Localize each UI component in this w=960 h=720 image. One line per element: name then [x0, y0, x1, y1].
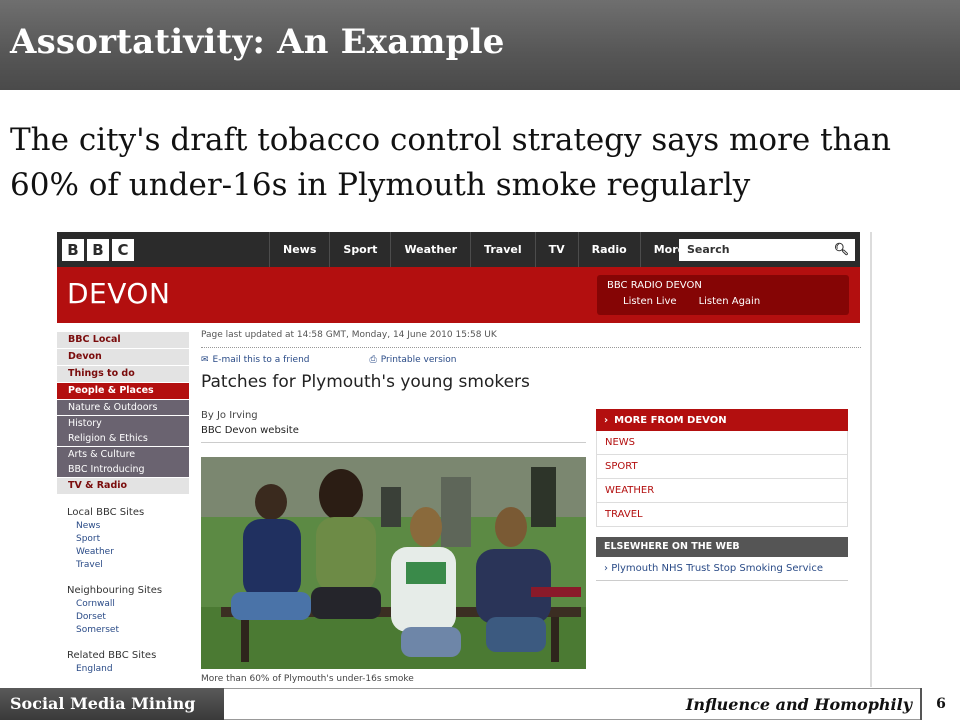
more-from-link[interactable]: NEWS — [596, 431, 848, 455]
article-author: By Jo Irving — [201, 410, 258, 421]
left-nav-subitem[interactable]: History — [57, 415, 189, 431]
nav-tv[interactable]: TV — [534, 232, 578, 267]
left-nav-subitem[interactable]: Arts & Culture — [57, 446, 189, 462]
nav-sport[interactable]: Sport — [329, 232, 390, 267]
left-nav-item-active[interactable]: People & Places — [57, 383, 189, 399]
elsewhere-link-label: Plymouth NHS Trust Stop Smoking Service — [611, 563, 823, 574]
left-nav-section: Neighbouring Sites Cornwall Dorset Somer… — [57, 584, 189, 637]
radio-title[interactable]: BBC RADIO DEVON — [607, 280, 702, 291]
slide-subtitle: The city's draft tobacco control strateg… — [10, 122, 891, 203]
email-icon: ✉ — [201, 355, 209, 365]
email-link-label: E-mail this to a friend — [212, 355, 310, 365]
section-title: Related BBC Sites — [67, 649, 157, 661]
left-nav-item[interactable]: Devon — [57, 349, 189, 365]
left-nav-subitem[interactable]: BBC Introducing — [57, 462, 189, 478]
photo-caption: More than 60% of Plymouth's under-16s sm… — [201, 674, 414, 684]
search-icon[interactable]: 🔍︎ — [834, 242, 849, 256]
listen-live-link[interactable]: Listen Live — [623, 296, 677, 307]
left-nav-item[interactable]: BBC Local — [57, 332, 189, 348]
divider — [201, 347, 861, 348]
section-link[interactable]: Weather — [67, 546, 189, 559]
bbc-logo-letter: B — [87, 239, 109, 261]
section-title: Local BBC Sites — [67, 506, 145, 518]
footer-course-title: Social Media Mining — [0, 688, 224, 720]
nav-travel[interactable]: Travel — [470, 232, 535, 267]
nav-weather[interactable]: Weather — [390, 232, 470, 267]
left-nav-section: Local BBC Sites News Sport Weather Trave… — [57, 506, 189, 572]
section-link[interactable]: England — [67, 663, 189, 676]
printer-icon: ⎙ — [369, 355, 377, 365]
chevron-right-icon: › — [604, 563, 608, 574]
bbc-webpage-screenshot: B B C News Sport Weather Travel TV Radio… — [57, 232, 872, 687]
last-updated: Page last updated at 14:58 GMT, Monday, … — [201, 330, 497, 340]
left-nav-subitem[interactable]: Nature & Outdoors — [57, 400, 189, 415]
more-from-title: MORE FROM DEVON — [614, 414, 727, 426]
bbc-logo-letter: C — [112, 239, 134, 261]
more-from-devon-box: › MORE FROM DEVON NEWS SPORT WEATHER TRA… — [596, 409, 848, 581]
nav-news[interactable]: News — [269, 232, 329, 267]
section-link[interactable]: Cornwall — [67, 598, 189, 611]
more-from-header[interactable]: › MORE FROM DEVON — [596, 409, 848, 431]
chevron-right-icon: › — [604, 414, 609, 426]
more-from-link[interactable]: SPORT — [596, 455, 848, 479]
section-link[interactable]: Dorset — [67, 611, 189, 624]
left-nav-subitem[interactable]: Religion & Ethics — [57, 431, 189, 447]
listen-again-link[interactable]: Listen Again — [699, 296, 761, 307]
bbc-nav: News Sport Weather Travel TV Radio More.… — [269, 232, 711, 267]
radio-links: Listen Live Listen Again — [623, 296, 760, 307]
print-link-label: Printable version — [380, 355, 457, 365]
left-nav-item[interactable]: Things to do — [57, 366, 189, 382]
elsewhere-link[interactable]: › Plymouth NHS Trust Stop Smoking Servic… — [596, 557, 848, 581]
left-nav: BBC Local Devon Things to do People & Pl… — [57, 332, 189, 676]
slide-footer: Social Media Mining Influence and Homoph… — [0, 688, 960, 720]
left-nav-section: Related BBC Sites England — [57, 649, 189, 676]
slide-title: Assortativity: An Example — [10, 22, 505, 62]
section-link[interactable]: News — [67, 520, 189, 533]
section-title: Neighbouring Sites — [67, 584, 163, 596]
print-link[interactable]: ⎙ Printable version — [370, 355, 457, 365]
nav-radio[interactable]: Radio — [577, 232, 640, 267]
left-nav-item[interactable]: TV & Radio — [57, 477, 189, 494]
article-photo — [201, 457, 586, 669]
bbc-top-bar: B B C News Sport Weather Travel TV Radio… — [57, 232, 860, 267]
more-from-link[interactable]: WEATHER — [596, 479, 848, 503]
more-from-link[interactable]: TRAVEL — [596, 503, 848, 527]
slide-header: Assortativity: An Example — [0, 0, 960, 90]
region-banner: DEVON BBC RADIO DEVON Listen Live Listen… — [57, 267, 860, 323]
page-number: 6 — [920, 688, 960, 720]
elsewhere-header: ELSEWHERE ON THE WEB — [596, 537, 848, 557]
radio-devon-box: BBC RADIO DEVON Listen Live Listen Again — [597, 275, 849, 315]
teens-smoking-photo — [201, 457, 586, 669]
article-tools: ✉ E-mail this to a friend ⎙ Printable ve… — [201, 355, 457, 365]
section-link[interactable]: Travel — [67, 559, 189, 572]
search-placeholder: Search — [687, 243, 730, 256]
region-title[interactable]: DEVON — [67, 277, 170, 310]
article-headline: Patches for Plymouth's young smokers — [201, 372, 530, 392]
bbc-logo-letter: B — [62, 239, 84, 261]
footer-topic: Influence and Homophily — [685, 695, 912, 714]
search-input[interactable]: Search 🔍︎ — [679, 239, 855, 261]
divider — [201, 442, 586, 443]
article-source: BBC Devon website — [201, 425, 299, 436]
email-link[interactable]: ✉ E-mail this to a friend — [201, 355, 310, 365]
bbc-logo[interactable]: B B C — [62, 239, 134, 261]
section-link[interactable]: Sport — [67, 533, 189, 546]
footer-topic-bar: Influence and Homophily — [224, 688, 920, 720]
section-link[interactable]: Somerset — [67, 624, 189, 637]
